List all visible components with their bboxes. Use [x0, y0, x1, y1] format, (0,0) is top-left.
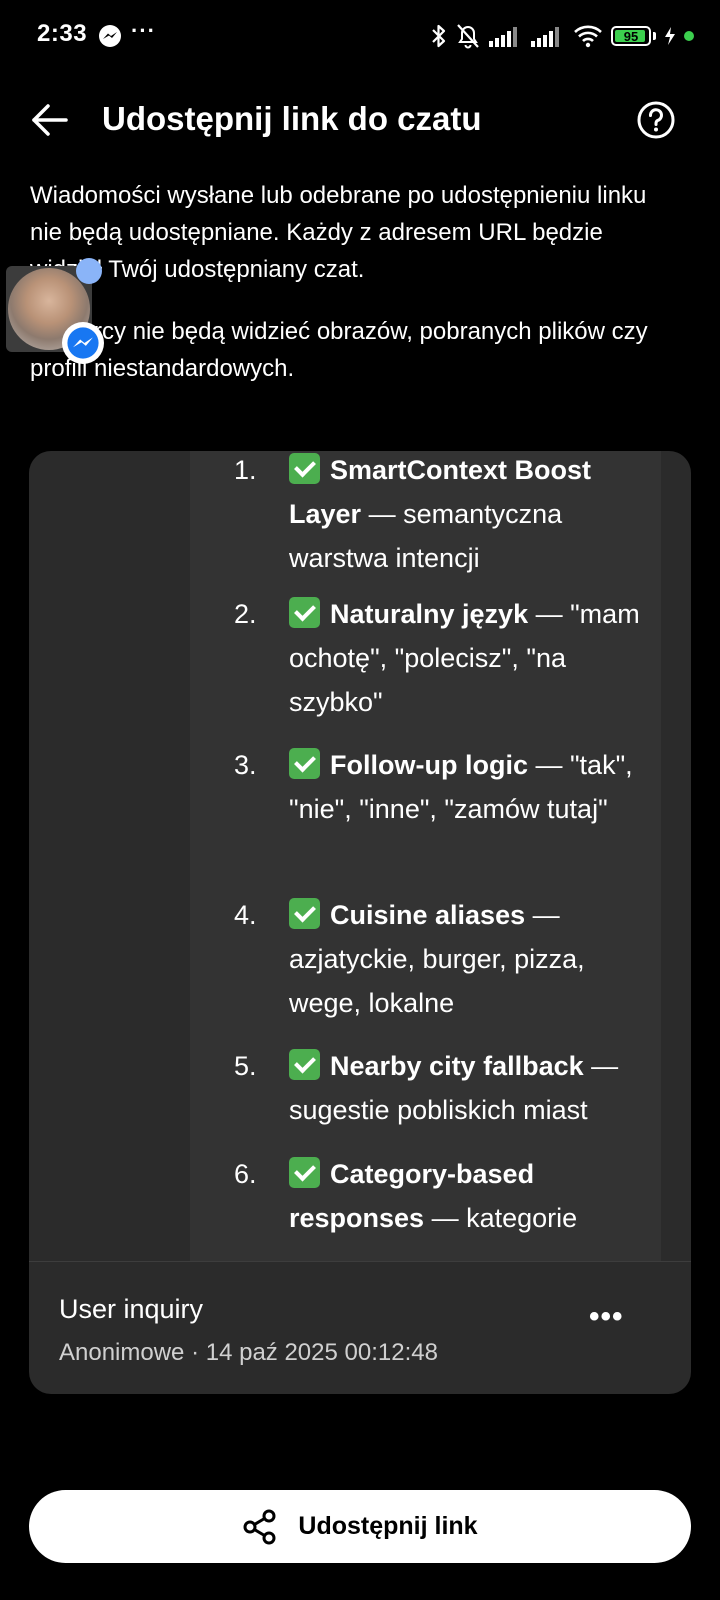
list-item-body: Nearby city fallback — sugestie pobliski… — [289, 1044, 649, 1132]
list-item-body: SmartContext Boost Layer — semantyczna w… — [289, 451, 649, 580]
check-icon — [289, 597, 320, 628]
list-item-body: Category-based responses — kategorie — [289, 1152, 649, 1240]
check-icon — [289, 748, 320, 779]
battery-icon: 95 — [611, 26, 651, 46]
bell-off-icon — [457, 24, 479, 49]
wifi-icon — [574, 25, 602, 48]
bluetooth-icon — [432, 24, 446, 48]
list-number: 5. — [234, 1051, 257, 1081]
share-link-label: Udostępnij link — [298, 1512, 478, 1540]
check-icon — [289, 1049, 320, 1080]
list-item-text: — kategorie — [424, 1203, 578, 1233]
battery-nub — [653, 32, 656, 40]
list-number: 6. — [234, 1159, 257, 1189]
list-item-body: Follow-up logic — "tak", "nie", "inne", … — [289, 743, 649, 831]
share-icon — [243, 1509, 276, 1544]
list-item-body: Naturalny język — "mam ochotę", "polecis… — [289, 592, 649, 724]
charging-icon — [665, 27, 675, 45]
list-item-title: Follow-up logic — [330, 750, 528, 780]
notification-dot — [76, 258, 102, 284]
list-number: 2. — [234, 599, 257, 629]
description-paragraph: Odbiorcy nie będą widzieć obrazów, pobra… — [30, 318, 648, 382]
status-time: 2:33 — [37, 20, 88, 47]
messenger-icon — [62, 322, 104, 364]
chat-title: User inquiry — [59, 1294, 204, 1324]
page-title: Udostępnij link do czatu — [102, 100, 482, 137]
list-item-title: Nearby city fallback — [330, 1051, 584, 1081]
check-icon — [289, 1157, 320, 1188]
list-item-body: Cuisine aliases — azjatyckie, burger, pi… — [289, 893, 649, 1025]
status-icons: 95 — [431, 20, 694, 52]
chat-preview: 1. SmartContext Boost Layer — semantyczn… — [190, 451, 661, 1261]
list-item-title: Cuisine aliases — [330, 900, 526, 930]
chat-preview-card[interactable]: 1. SmartContext Boost Layer — semantyczn… — [29, 451, 691, 1394]
signal-icon — [531, 27, 559, 47]
battery-percent: 95 — [623, 28, 639, 44]
signal-icon — [489, 27, 517, 47]
description-paragraph: Wiadomości wysłane lub odebrane po udost… — [30, 182, 647, 283]
list-number: 4. — [234, 900, 257, 930]
privacy-dot-icon — [684, 31, 694, 41]
chat-meta: Anonimowe · 14 paź 2025 00:12:48 — [59, 1339, 438, 1366]
list-item-title: Naturalny język — [330, 599, 529, 629]
more-options-icon[interactable]: ••• — [589, 1302, 629, 1337]
arrow-left-icon[interactable] — [28, 98, 72, 142]
list-number: 1. — [234, 455, 257, 485]
divider — [29, 1261, 691, 1262]
help-circle-icon[interactable] — [636, 100, 676, 140]
list-number: 3. — [234, 750, 257, 780]
check-icon — [289, 898, 320, 929]
status-bar: 2:33 ··· 95 — [0, 0, 720, 72]
messenger-icon — [99, 25, 121, 47]
more-dots-icon: ··· — [131, 18, 156, 43]
share-link-button[interactable]: Udostępnij link — [29, 1490, 691, 1563]
check-icon — [289, 453, 320, 484]
